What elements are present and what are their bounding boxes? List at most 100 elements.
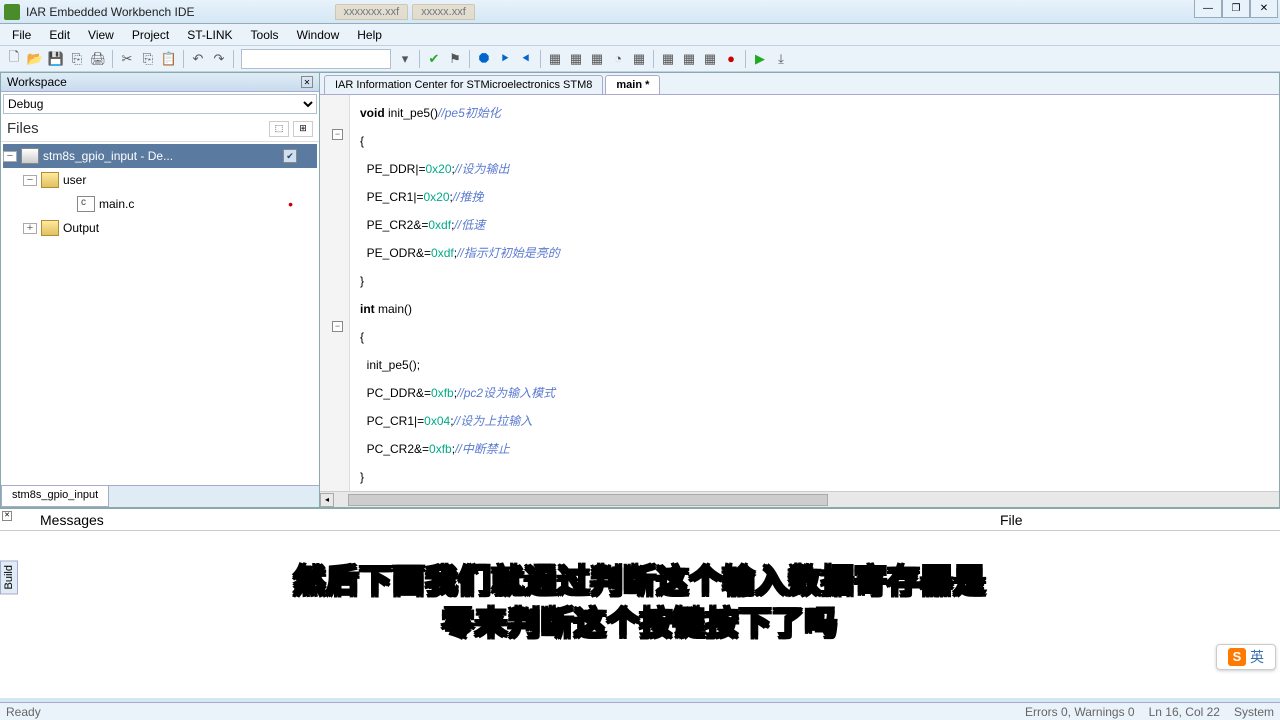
- tree-file-main[interactable]: main.c •: [3, 192, 317, 216]
- workspace-tab[interactable]: stm8s_gpio_input: [1, 486, 109, 507]
- menu-window[interactable]: Window: [289, 26, 348, 44]
- status-bar: Ready Errors 0, Warnings 0 Ln 16, Col 22…: [0, 702, 1280, 720]
- download-icon[interactable]: ⤓: [771, 49, 791, 69]
- editor-tabs: IAR Information Center for STMicroelectr…: [320, 73, 1279, 95]
- col-messages[interactable]: Messages: [0, 512, 1000, 528]
- menu-view[interactable]: View: [80, 26, 122, 44]
- editor-panel: IAR Information Center for STMicroelectr…: [320, 72, 1280, 508]
- scroll-left-icon[interactable]: ◂: [320, 493, 334, 507]
- new-icon[interactable]: 🗋: [4, 49, 24, 69]
- stop-build-icon[interactable]: ▦: [587, 49, 607, 69]
- ime-lang: 英: [1250, 647, 1264, 667]
- download-debug-icon[interactable]: ▶: [750, 49, 770, 69]
- bg-tab[interactable]: xxxxx.xxf: [412, 4, 475, 20]
- bookmark-prev-icon[interactable]: ⯇: [516, 49, 536, 69]
- toggle-bp-icon[interactable]: ◔: [608, 49, 628, 69]
- main-area: Workspace ✕ Debug Files ⬚ ⊞ − stm8s_gpio…: [0, 72, 1280, 508]
- bookmark-next-icon[interactable]: ⯈: [495, 49, 515, 69]
- workspace-title: Workspace: [7, 75, 67, 89]
- menu-stlink[interactable]: ST-LINK: [179, 26, 240, 44]
- tree-root[interactable]: − stm8s_gpio_input - De... ✔: [3, 144, 317, 168]
- save-icon[interactable]: 💾: [46, 49, 66, 69]
- separator: [112, 50, 113, 68]
- menu-help[interactable]: Help: [349, 26, 390, 44]
- cut-icon[interactable]: ✂: [117, 49, 137, 69]
- window-buttons: — ❐ ✕: [1194, 0, 1278, 18]
- save-all-icon[interactable]: ⎘: [67, 49, 87, 69]
- redo-icon[interactable]: ↷: [209, 49, 229, 69]
- icon[interactable]: ▦: [658, 49, 678, 69]
- col-file[interactable]: File: [1000, 512, 1023, 528]
- status-position: Ln 16, Col 22: [1149, 705, 1220, 719]
- editor-tab-info[interactable]: IAR Information Center for STMicroelectr…: [324, 75, 603, 94]
- h-scrollbar[interactable]: ◂: [320, 491, 1279, 507]
- menu-tools[interactable]: Tools: [243, 26, 287, 44]
- gutter: − −: [320, 95, 350, 491]
- icon[interactable]: ▦: [700, 49, 720, 69]
- fold-icon[interactable]: −: [332, 129, 343, 140]
- check-icon[interactable]: ✔: [424, 49, 444, 69]
- close-icon[interactable]: ✕: [2, 511, 12, 521]
- workspace-tabs: stm8s_gpio_input: [1, 485, 319, 507]
- compile-icon[interactable]: ▦: [545, 49, 565, 69]
- separator: [540, 50, 541, 68]
- menu-file[interactable]: File: [4, 26, 39, 44]
- config-selector: Debug: [1, 92, 319, 116]
- make-icon[interactable]: ▦: [566, 49, 586, 69]
- fold-icon[interactable]: −: [332, 321, 343, 332]
- messages-body: [0, 531, 1280, 698]
- tree-label: Output: [63, 221, 99, 235]
- menu-edit[interactable]: Edit: [41, 26, 78, 44]
- collapse-icon[interactable]: −: [3, 151, 17, 162]
- config-dropdown[interactable]: Debug: [3, 94, 317, 114]
- background-tabs: xxxxxxx.xxf xxxxx.xxf: [335, 4, 475, 20]
- print-icon[interactable]: 🖨: [88, 49, 108, 69]
- status-ready: Ready: [6, 705, 41, 719]
- editor-tab-main[interactable]: main *: [605, 75, 660, 94]
- tree-label: user: [63, 173, 86, 187]
- open-icon[interactable]: 📂: [25, 49, 45, 69]
- ime-badge[interactable]: S 英: [1216, 644, 1276, 670]
- copy-icon[interactable]: ⎘: [138, 49, 158, 69]
- collapse-icon[interactable]: −: [23, 175, 37, 186]
- build-tab[interactable]: Build: [0, 560, 18, 594]
- check-icon: ✔: [283, 149, 297, 163]
- modified-marker: •: [288, 196, 301, 212]
- column-icon[interactable]: ⬚: [269, 121, 289, 137]
- code-area[interactable]: void init_pe5()//pe5初始化 { PE_DDR|=0x20;/…: [350, 95, 1279, 491]
- expand-icon[interactable]: +: [23, 223, 37, 234]
- tree-folder-user[interactable]: − user: [3, 168, 317, 192]
- stop-icon[interactable]: ●: [721, 49, 741, 69]
- messages-header: Messages File: [0, 509, 1280, 531]
- folder-icon: [41, 172, 59, 188]
- column-icon[interactable]: ⊞: [293, 121, 313, 137]
- scroll-thumb[interactable]: [348, 494, 828, 506]
- bg-tab[interactable]: xxxxxxx.xxf: [335, 4, 409, 20]
- search-combo[interactable]: [241, 49, 391, 69]
- icon[interactable]: ▦: [679, 49, 699, 69]
- menubar: File Edit View Project ST-LINK Tools Win…: [0, 24, 1280, 46]
- close-button[interactable]: ✕: [1250, 0, 1278, 18]
- flag-icon[interactable]: ⚑: [445, 49, 465, 69]
- tree-label: stm8s_gpio_input - De...: [43, 149, 173, 163]
- project-icon: [21, 148, 39, 164]
- minimize-button[interactable]: —: [1194, 0, 1222, 18]
- paste-icon[interactable]: 📋: [159, 49, 179, 69]
- undo-icon[interactable]: ↶: [188, 49, 208, 69]
- status-errors: Errors 0, Warnings 0: [1025, 705, 1135, 719]
- dropdown-icon[interactable]: ▾: [395, 49, 415, 69]
- tree-folder-output[interactable]: + Output: [3, 216, 317, 240]
- workspace-panel: Workspace ✕ Debug Files ⬚ ⊞ − stm8s_gpio…: [0, 72, 320, 508]
- c-file-icon: [77, 196, 95, 212]
- menu-project[interactable]: Project: [124, 26, 177, 44]
- separator: [469, 50, 470, 68]
- bookmark-icon[interactable]: ⯃: [474, 49, 494, 69]
- workspace-titlebar: Workspace ✕: [1, 73, 319, 92]
- close-icon[interactable]: ✕: [301, 76, 313, 88]
- debug-icon[interactable]: ▦: [629, 49, 649, 69]
- status-system: System: [1234, 705, 1274, 719]
- maximize-button[interactable]: ❐: [1222, 0, 1250, 18]
- files-header: Files ⬚ ⊞: [1, 116, 319, 142]
- editor-body: − − void init_pe5()//pe5初始化 { PE_DDR|=0x…: [320, 95, 1279, 491]
- messages-panel: ✕ Messages File: [0, 508, 1280, 698]
